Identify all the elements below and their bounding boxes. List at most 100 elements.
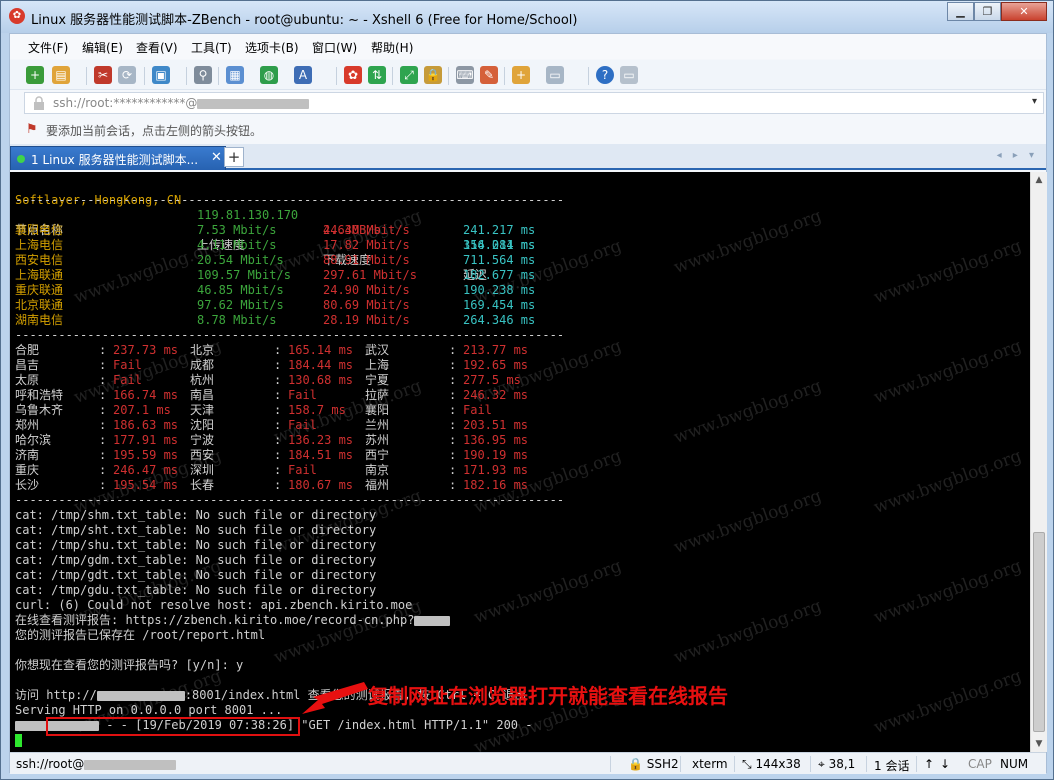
address-bar[interactable]: ssh://root:************@ ▾ — [24, 92, 1044, 114]
divider: ----------------------------------------… — [15, 493, 565, 507]
status-bar: ssh://root@ 🔒 SSH2 xterm ⤡ 144x38 ⌖ 38,1… — [10, 752, 1046, 774]
sessions-up-icon[interactable]: ↑ — [924, 757, 934, 771]
open-folder-icon[interactable]: ▤ — [52, 66, 70, 84]
report-url[interactable]: http://:8001/index.html — [46, 688, 300, 702]
watermark: www.bwgblog.org — [871, 556, 1025, 628]
bookmark-arrow-icon[interactable]: ⚑ — [26, 122, 38, 137]
toolbar: + ▤ ✂ ⟳ ▣ ⚲ ▦ ◍ A ✿ ⇅ ⤢ 🔒 ⌨ ✎ + ▭ ? ▭ — [10, 60, 1046, 90]
watermark: www.bwgblog.org — [471, 556, 625, 628]
menu-help[interactable]: 帮助(H) — [371, 39, 413, 56]
find-icon[interactable]: ⚲ — [194, 66, 212, 84]
scroll-thumb[interactable] — [1033, 532, 1045, 732]
watermark: www.bwgblog.org — [871, 236, 1025, 308]
compose-icon[interactable]: + — [512, 66, 530, 84]
tile-icon[interactable]: ▭ — [546, 66, 564, 84]
status-protocol: 🔒 SSH2 — [628, 757, 679, 771]
watermark: www.bwgblog.org — [871, 336, 1025, 408]
hint-text: 要添加当前会话，点击左侧的箭头按钮。 — [46, 124, 263, 138]
watermark: www.bwgblog.org — [671, 376, 825, 448]
error-line: cat: /tmp/gdt.txt_table: No such file or… — [15, 568, 377, 582]
menu-window[interactable]: 窗口(W) — [312, 39, 357, 56]
font-icon[interactable]: A — [294, 66, 312, 84]
fullscreen-icon[interactable]: ⤢ — [400, 66, 418, 84]
watermark: www.bwgblog.org — [871, 446, 1025, 518]
session-tab-label: 1 Linux 服务器性能测试脚本... — [31, 153, 199, 167]
cursor-pos-icon: ⌖ — [818, 757, 825, 771]
error-line: cat: /tmp/shu.txt_table: No such file or… — [15, 538, 377, 552]
serving-line: Serving HTTP on 0.0.0.0 port 8001 ... — [15, 703, 283, 717]
tab-bar: 1 Linux 服务器性能测试脚本... ✕ + ◂ ▸ ▾ — [10, 144, 1046, 170]
tab-navigation[interactable]: ◂ ▸ ▾ — [997, 150, 1038, 161]
scroll-up-icon[interactable]: ▲ — [1031, 172, 1047, 188]
softlayer-row: Softlayer, HongKong, CN 119.81.130.170 2… — [15, 193, 536, 252]
lock-icon[interactable]: 🔒 — [424, 66, 442, 84]
address-text: ssh://root:************@ — [53, 96, 310, 110]
menu-bar: 文件(F) 编辑(E) 查看(V) 工具(T) 选项卡(B) 窗口(W) 帮助(… — [10, 34, 1046, 59]
prompt-line: 你想现在查看您的测评报告吗? [y/n]: y — [15, 658, 244, 672]
status-size: ⤡ 144x38 — [742, 757, 801, 771]
watermark: www.bwgblog.org — [871, 666, 1025, 738]
disconnect-icon[interactable]: ✂ — [94, 66, 112, 84]
xshell-window: ✿ Linux 服务器性能测试脚本-ZBench - root@ubuntu: … — [0, 0, 1054, 780]
watermark: www.bwgblog.org — [671, 486, 825, 558]
window-controls: ▁ ❐ ✕ — [947, 2, 1047, 21]
new-session-icon[interactable]: + — [26, 66, 44, 84]
annotation-arrow-icon — [302, 682, 368, 714]
menu-view[interactable]: 查看(V) — [136, 39, 178, 56]
url-highlight-box — [46, 717, 300, 736]
menu-file[interactable]: 文件(F) — [28, 39, 68, 56]
watermark: www.bwgblog.org — [671, 206, 825, 278]
lock-icon: 🔒 — [628, 757, 643, 771]
menu-tabs[interactable]: 选项卡(B) — [245, 39, 299, 56]
sessions-down-icon[interactable]: ↓ — [940, 757, 950, 771]
help-icon[interactable]: ? — [596, 66, 614, 84]
status-sessions: 1 会话 — [874, 759, 910, 773]
status-terminal-type: xterm — [692, 757, 728, 771]
highlight-icon[interactable]: ✎ — [480, 66, 498, 84]
minimize-button[interactable]: ▁ — [947, 2, 974, 21]
error-line: cat: /tmp/sht.txt_table: No such file or… — [15, 523, 377, 537]
title-bar[interactable]: ✿ Linux 服务器性能测试脚本-ZBench - root@ubuntu: … — [1, 1, 1053, 33]
error-line: cat: /tmp/shm.txt_table: No such file or… — [15, 508, 377, 522]
terminal-cursor — [15, 734, 22, 747]
error-line: cat: /tmp/gdm.txt_table: No such file or… — [15, 553, 377, 567]
terminal[interactable]: www.bwgblog.org www.bwgblog.org www.bwgb… — [10, 172, 1030, 752]
resize-icon: ⤡ — [742, 757, 752, 771]
connected-status-icon — [17, 155, 25, 163]
close-button[interactable]: ✕ — [1001, 2, 1047, 21]
status-cursor-pos: ⌖ 38,1 — [818, 757, 856, 771]
client-area: 文件(F) 编辑(E) 查看(V) 工具(T) 选项卡(B) 窗口(W) 帮助(… — [9, 33, 1047, 774]
session-tab[interactable]: 1 Linux 服务器性能测试脚本... ✕ — [10, 146, 226, 170]
reconnect-icon[interactable]: ⟳ — [118, 66, 136, 84]
address-dropdown-icon[interactable]: ▾ — [1032, 96, 1037, 107]
xshell-logo-icon: ✿ — [9, 8, 25, 24]
divider: ----------------------------------------… — [15, 193, 565, 207]
menu-edit[interactable]: 编辑(E) — [82, 39, 123, 56]
xshell-icon[interactable]: ✿ — [344, 66, 362, 84]
chat-icon[interactable]: ▭ — [620, 66, 638, 84]
menu-tools[interactable]: 工具(T) — [191, 39, 232, 56]
xftp-icon[interactable]: ⇅ — [368, 66, 386, 84]
status-connection: ssh://root@ — [16, 757, 177, 771]
status-caps: CAP — [968, 757, 992, 771]
terminal-scrollbar[interactable]: ▲ ▼ — [1030, 172, 1047, 752]
tab-close-icon[interactable]: ✕ — [211, 150, 222, 165]
hint-bar: ⚑ 要添加当前会话，点击左侧的箭头按钮。 — [24, 118, 1044, 140]
maximize-button[interactable]: ❐ — [974, 2, 1001, 21]
lock-icon — [34, 96, 44, 110]
report-saved-line: 您的测评报告已保存在 /root/report.html — [15, 628, 266, 642]
properties-icon[interactable]: ▣ — [152, 66, 170, 84]
divider: ----------------------------------------… — [15, 328, 565, 342]
status-numlock: NUM — [1000, 757, 1029, 771]
layout-icon[interactable]: ▦ — [226, 66, 244, 84]
add-tab-button[interactable]: + — [224, 147, 244, 167]
curl-error-line: curl: (6) Could not resolve host: api.zb… — [15, 598, 413, 612]
window-title: Linux 服务器性能测试脚本-ZBench - root@ubuntu: ~ … — [31, 13, 578, 28]
keyboard-icon[interactable]: ⌨ — [456, 66, 474, 84]
report-url-line: 在线查看测评报告: https://zbench.kirito.moe/reco… — [15, 613, 451, 628]
scroll-down-icon[interactable]: ▼ — [1031, 736, 1047, 752]
error-line: cat: /tmp/gdu.txt_table: No such file or… — [15, 583, 377, 597]
globe-icon[interactable]: ◍ — [260, 66, 278, 84]
watermark: www.bwgblog.org — [671, 596, 825, 668]
speed-header-row: 节点名称 上传速度 下载速度 延迟 — [15, 223, 488, 282]
